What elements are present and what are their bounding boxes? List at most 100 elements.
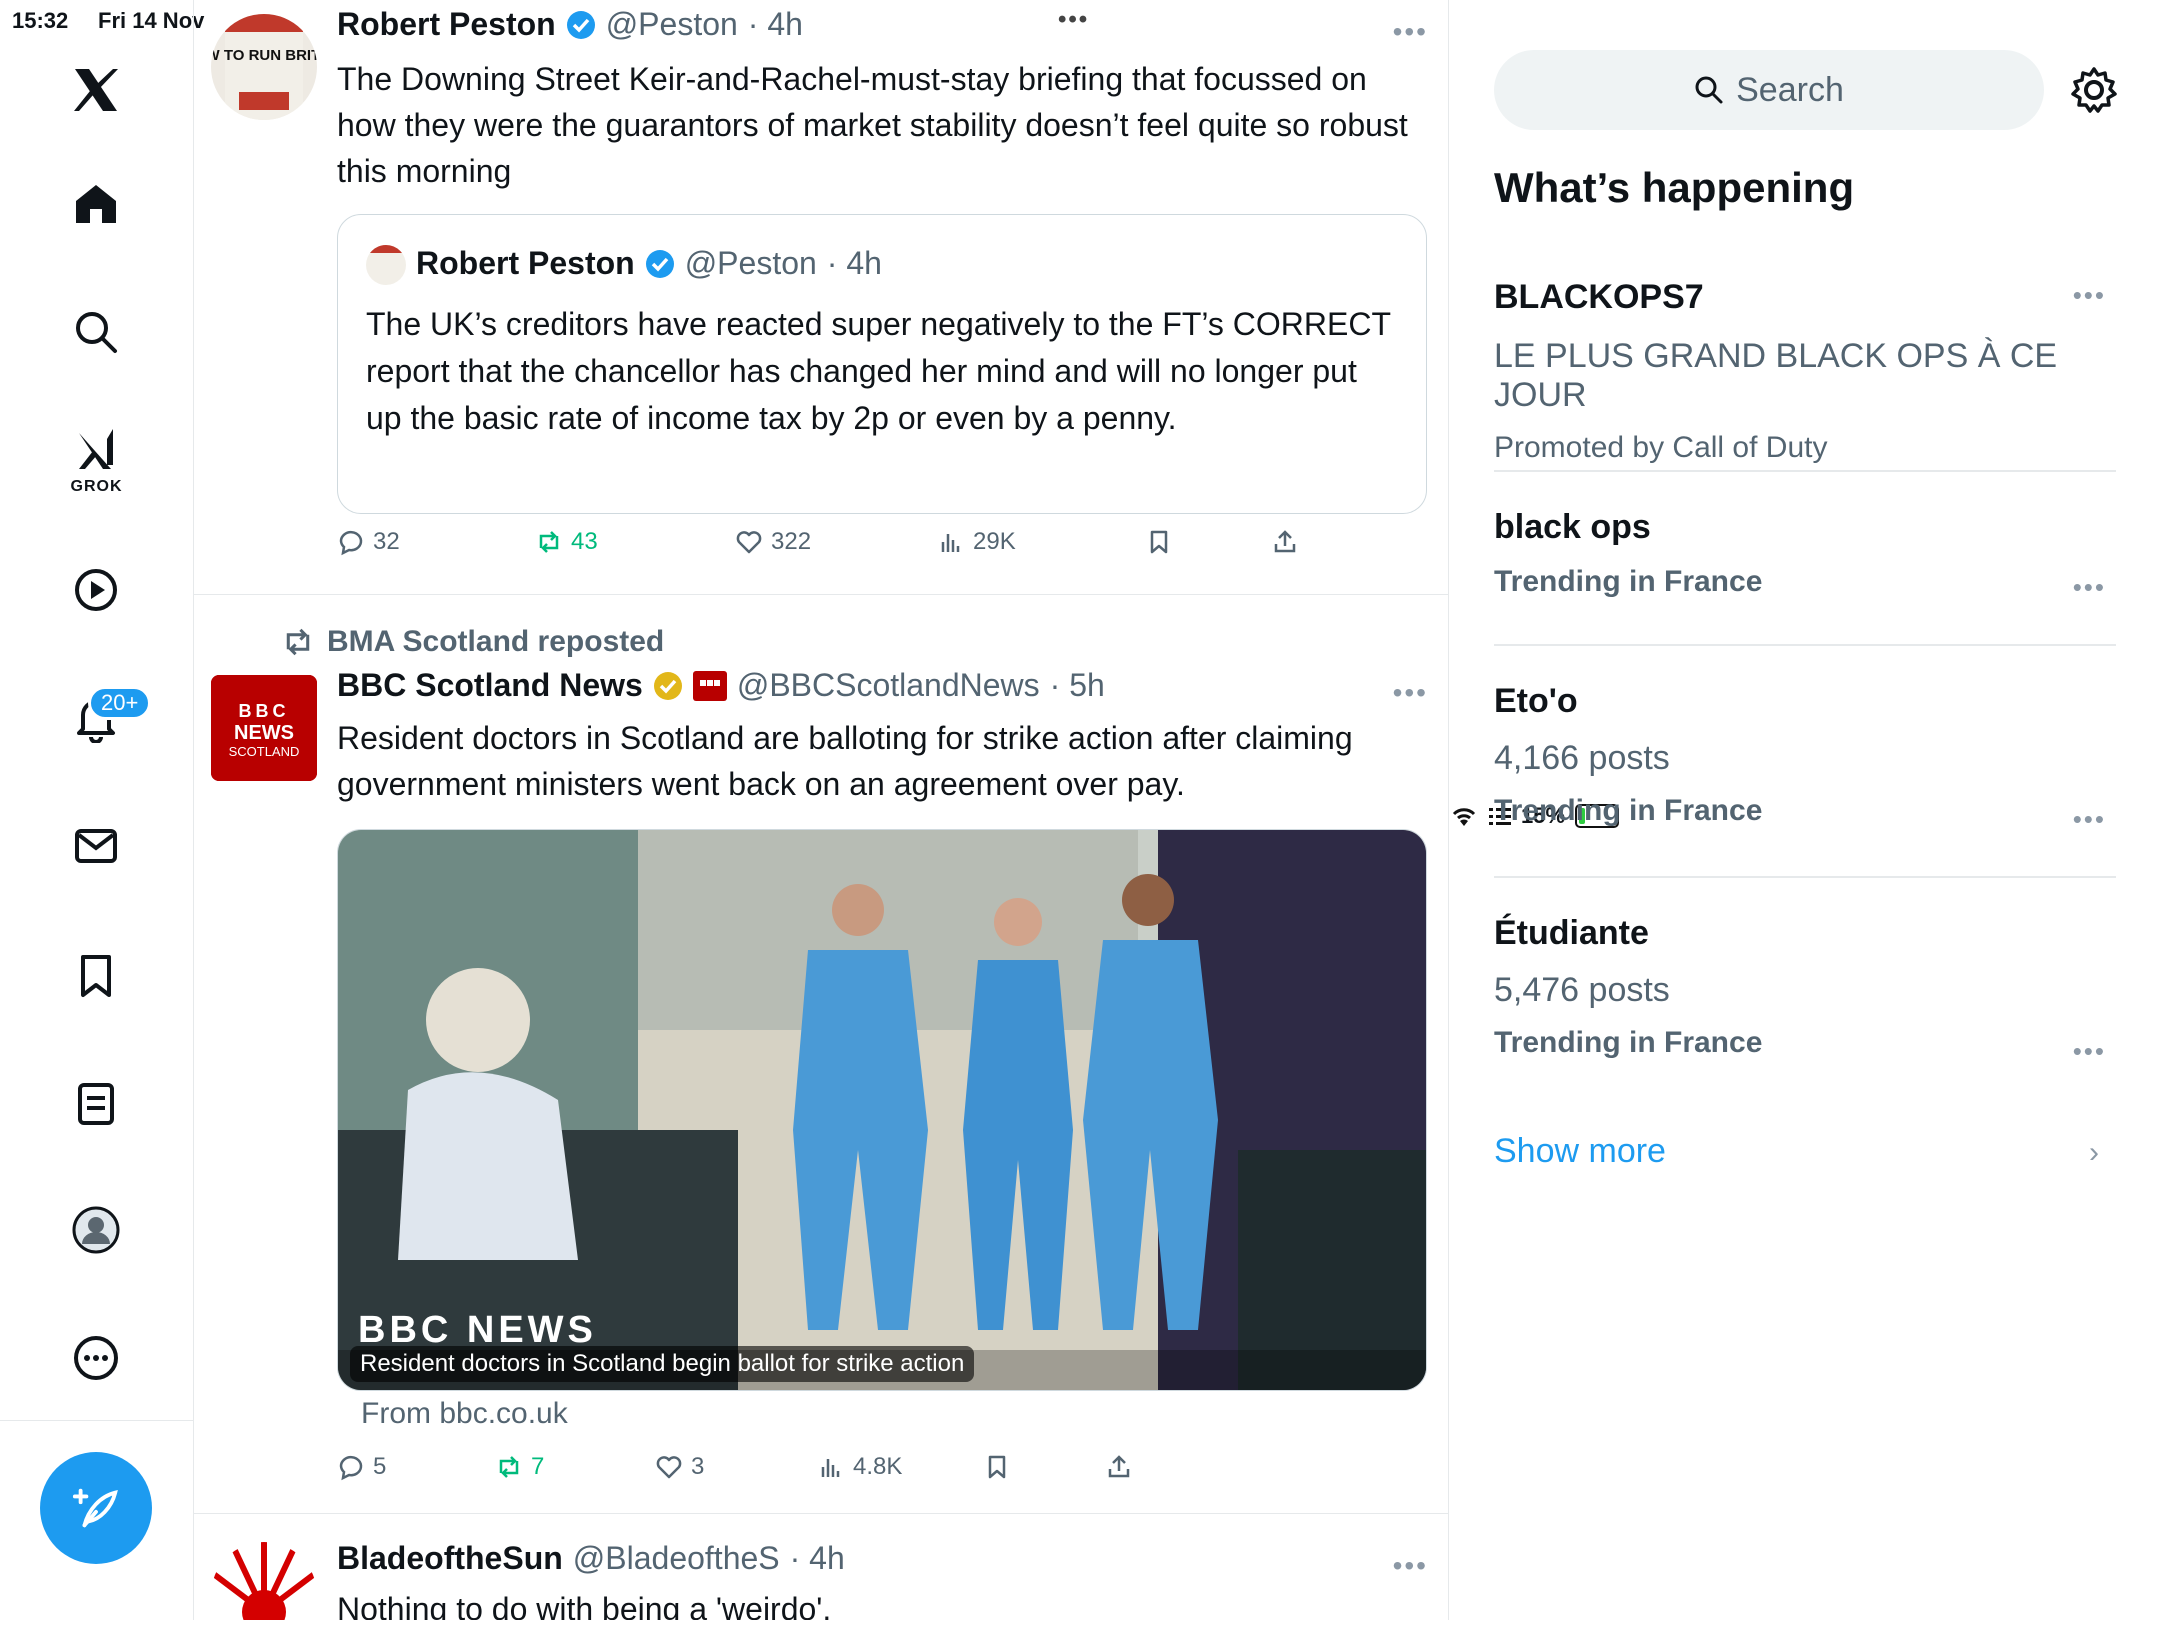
author-name[interactable]: BladeoftheSun (337, 1540, 563, 1577)
heart-icon (736, 531, 762, 554)
card-source[interactable]: From bbc.co.uk (361, 1397, 568, 1431)
trend-divider (1494, 644, 2116, 646)
trend-post-count: 5,476 posts (1494, 971, 1670, 1009)
tweet-header: BladeoftheSun @BladeoftheS · 4h (337, 1540, 845, 1577)
tweet-more-icon[interactable]: ••• (1393, 1550, 1428, 1582)
tweet-time[interactable]: · 4h (748, 6, 803, 43)
reply-button[interactable]: 32 (337, 528, 400, 556)
trend-item-etoo[interactable]: Eto'o 4,166 posts Trending in France ••• (1494, 682, 2116, 842)
repost-context[interactable]: BMA Scotland reposted (281, 625, 664, 659)
bbc-logo-text: BBC (239, 701, 290, 721)
verified-badge-icon (645, 249, 674, 278)
views-count: 29K (973, 528, 1016, 555)
search-icon[interactable] (48, 292, 144, 372)
author-handle[interactable]: @BBCScotlandNews (737, 667, 1040, 704)
search-box[interactable]: Search (1494, 50, 2044, 130)
repost-icon (499, 1456, 519, 1478)
quoted-tweet[interactable]: Robert Peston @Peston · 4h The UK’s cred… (337, 214, 1427, 514)
more-options-icon[interactable] (48, 1318, 144, 1398)
like-button[interactable]: 322 (735, 528, 811, 556)
trend-more-icon[interactable]: ••• (2073, 572, 2106, 603)
repost-button[interactable]: 43 (535, 528, 598, 556)
tweet-header: BBC Scotland News @BBCScotlandNews · 5h (337, 667, 1105, 704)
views-button[interactable]: 29K (937, 528, 1016, 556)
tweet-header: Robert Peston @Peston · 4h (337, 6, 803, 43)
right-sidebar: Search What’s happening BLACKOPS7 ••• LE… (1449, 0, 2160, 1620)
trend-title: Eto'o (1494, 682, 1578, 720)
reply-count: 32 (373, 528, 400, 555)
affiliate-bbc-icon (692, 670, 727, 701)
search-placeholder: Search (1736, 70, 1844, 109)
nav-divider (0, 1420, 193, 1421)
trend-divider (1494, 470, 2116, 472)
trend-subtitle: LE PLUS GRAND BLACK OPS À CE JOUR (1494, 337, 2058, 414)
profile-icon[interactable] (48, 1190, 144, 1270)
x-logo-icon[interactable] (48, 50, 144, 130)
share-button[interactable] (1271, 528, 1299, 556)
reply-button[interactable]: 5 (337, 1453, 386, 1481)
repost-button[interactable]: 7 (495, 1453, 544, 1481)
bookmark-button[interactable] (983, 1453, 1011, 1481)
trend-item-black-ops[interactable]: black ops Trending in France ••• (1494, 508, 2116, 608)
compose-post-button[interactable] (40, 1452, 152, 1564)
views-chart-icon (941, 534, 960, 552)
tweet-bladeofthesun[interactable]: BladeoftheSun @BladeoftheS · 4h ••• Noth… (193, 1514, 1448, 1620)
trend-item-blackops7[interactable]: BLACKOPS7 ••• LE PLUS GRAND BLACK OPS À … (1494, 278, 2116, 464)
tweet-time[interactable]: · 4h (790, 1540, 845, 1577)
author-name[interactable]: Robert Peston (337, 6, 556, 43)
search-icon (1695, 76, 1723, 104)
views-count: 4.8K (853, 1453, 903, 1480)
avatar-bladeofthesun[interactable] (211, 1542, 317, 1620)
share-button[interactable] (1105, 1453, 1133, 1481)
trend-divider (1494, 876, 2116, 878)
repost-count: 43 (571, 528, 598, 555)
heart-icon (656, 1456, 682, 1479)
grok-label: GROK (70, 478, 123, 495)
views-button[interactable]: 4.8K (817, 1453, 902, 1481)
tweet-bbc-scotland[interactable]: BMA Scotland reposted BBC NEWS SCOTLAND … (193, 595, 1448, 1513)
trend-title: BLACKOPS7 (1494, 278, 1704, 316)
trend-more-icon[interactable]: ••• (2073, 280, 2106, 311)
messages-icon[interactable] (48, 806, 144, 886)
trend-more-icon[interactable]: ••• (2073, 1036, 2106, 1067)
lists-icon[interactable] (48, 1064, 144, 1144)
trend-title: Étudiante (1494, 914, 1649, 952)
quoted-avatar (366, 245, 406, 285)
tweet-time[interactable]: · 5h (1050, 667, 1105, 704)
like-button[interactable]: 3 (655, 1453, 704, 1481)
author-handle[interactable]: @BladeoftheS (573, 1540, 780, 1577)
home-icon[interactable] (48, 164, 144, 244)
bookmarks-icon[interactable] (48, 936, 144, 1016)
show-more-link[interactable]: Show more (1494, 1132, 1666, 1171)
compose-feather-icon (72, 1488, 118, 1528)
tweet-peston[interactable]: HOW TO RUN BRITAIN Robert Peston @Peston… (193, 0, 1448, 594)
reply-icon (339, 1455, 363, 1481)
avatar-bbc-scotland[interactable]: BBC NEWS SCOTLAND (211, 675, 317, 781)
quoted-tweet-text: The UK’s creditors have reacted super ne… (366, 306, 1391, 436)
verified-gold-badge-icon (653, 671, 682, 700)
author-handle[interactable]: @Peston (606, 6, 738, 43)
trend-item-etudiante[interactable]: Étudiante 5,476 posts Trending in France… (1494, 914, 2116, 1074)
quoted-tweet-time: · 4h (826, 245, 882, 281)
tweet-actions: 32 43 322 29K (337, 528, 1417, 568)
reply-count: 5 (373, 1453, 387, 1480)
repost-count: 7 (531, 1453, 545, 1480)
like-count: 3 (691, 1453, 705, 1480)
tweet-more-icon[interactable]: ••• (1393, 677, 1428, 709)
reposted-by-label: BMA Scotland reposted (327, 625, 665, 658)
trend-more-icon[interactable]: ••• (2073, 804, 2106, 835)
bbc-logo-line2: NEWS (234, 722, 294, 744)
avatar-peston[interactable]: HOW TO RUN BRITAIN (211, 14, 317, 120)
settings-gear-icon[interactable] (2069, 65, 2119, 115)
link-card-image[interactable]: BBC NEWS Resident doctors in Scotland be… (337, 829, 1427, 1391)
bbc-logo-line3: SCOTLAND (229, 744, 300, 759)
tweet-more-icon[interactable]: ••• (1393, 16, 1428, 48)
card-caption: Resident doctors in Scotland begin ballo… (350, 1346, 975, 1382)
tweet-actions: 5 7 3 4.8K (337, 1453, 1417, 1493)
hospital-corridor-photo: BBC NEWS (338, 830, 1426, 1390)
video-icon[interactable] (48, 550, 144, 630)
trend-meta: Trending in France (1494, 794, 1763, 827)
notifications-badge: 20+ (88, 686, 152, 720)
author-name[interactable]: BBC Scotland News (337, 667, 643, 704)
bookmark-button[interactable] (1145, 528, 1173, 556)
